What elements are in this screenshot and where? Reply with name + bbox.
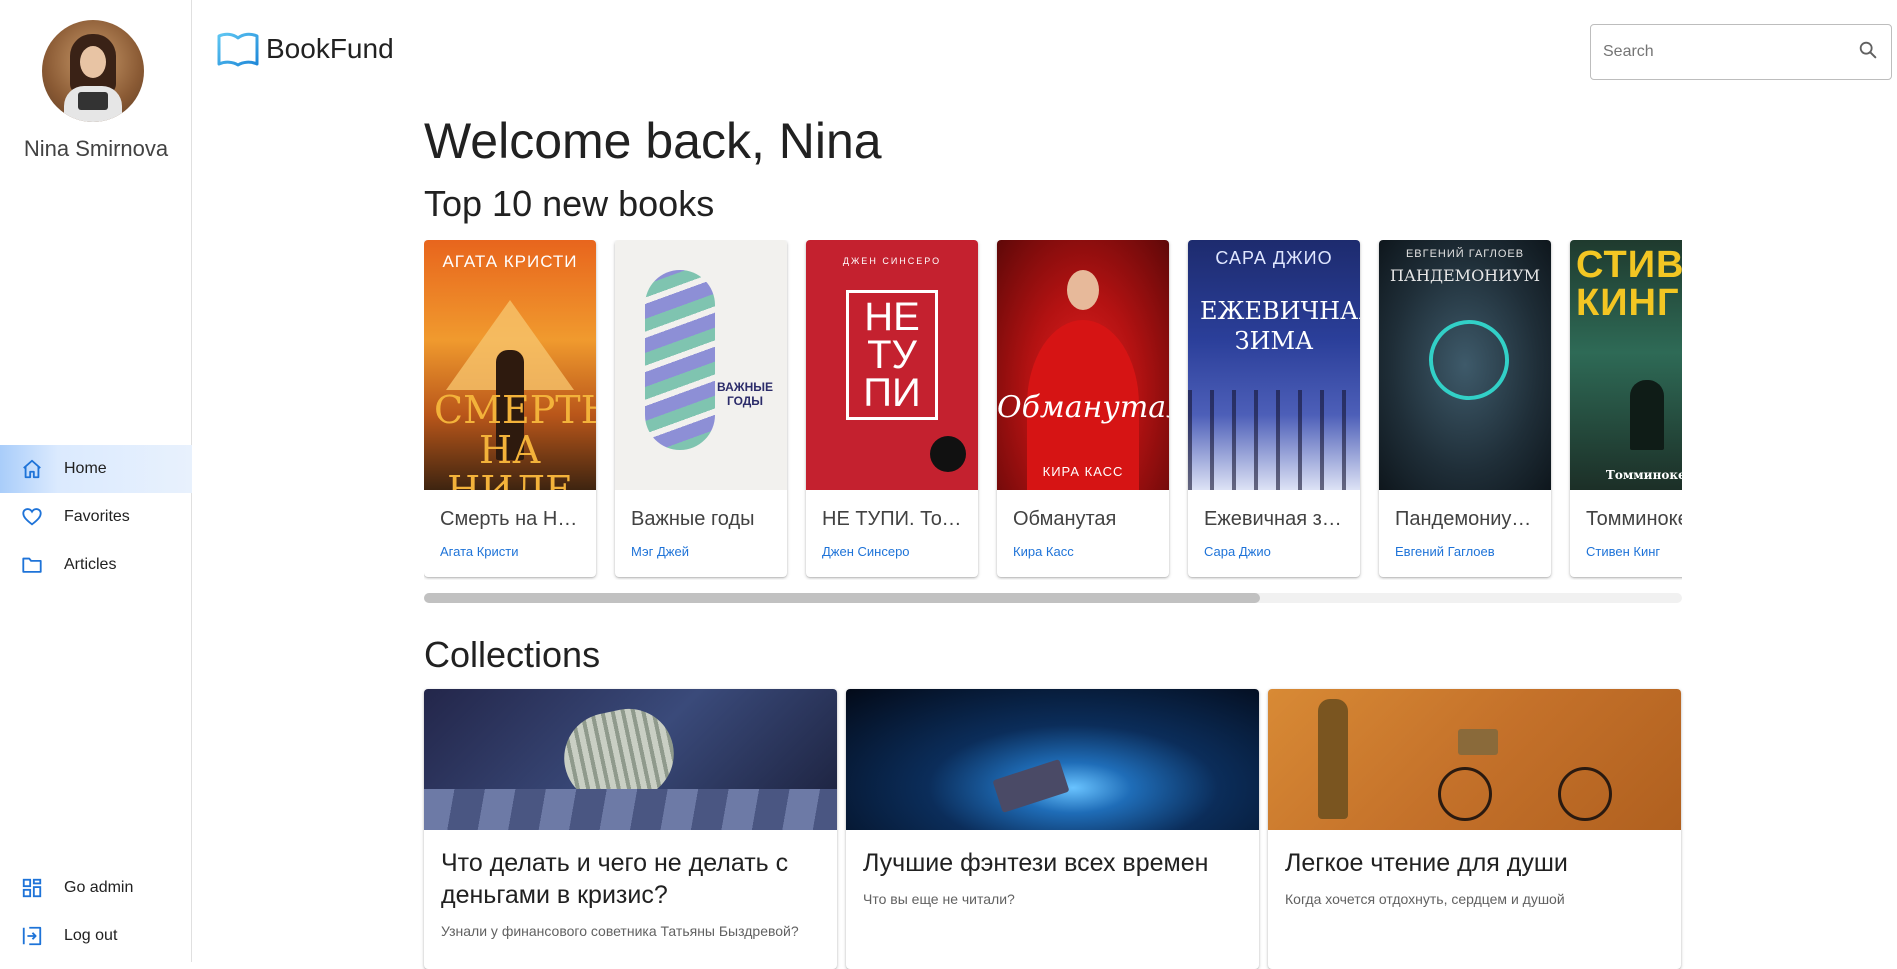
book-cover: САРА ДЖИО ЕЖЕВИЧНАЯ ЗИМА	[1188, 240, 1360, 490]
nav-label-articles: Articles	[64, 556, 117, 573]
brand-name: BookFund	[266, 33, 394, 64]
nav-item-go-admin[interactable]: Go admin	[0, 864, 192, 912]
nav-label-log-out: Log out	[64, 927, 118, 944]
ribbon-art	[645, 270, 715, 450]
nav-item-log-out[interactable]: Log out	[0, 912, 192, 960]
bicycle-wheel-art	[1438, 767, 1492, 821]
heart-icon	[0, 493, 64, 541]
collection-subtitle: Что вы еще не читали?	[863, 891, 1015, 907]
cover-badge	[930, 436, 966, 472]
book-author-link[interactable]: Мэг Джей	[631, 544, 689, 559]
book-title: Томминокеры	[1586, 508, 1682, 530]
nav-label-favorites: Favorites	[64, 508, 130, 525]
cover-title: ПАНДЕМОНИУМ	[1389, 266, 1541, 285]
collection-card[interactable]: Лучшие фэнтези всех времен Что вы еще не…	[846, 689, 1259, 969]
book-title: НЕ ТУПИ. Только тот, кто постоянно работ…	[822, 508, 962, 530]
book-card[interactable]: АГАТА КРИСТИ СМЕРТЬ НА НИЛЕ Смерть на Ни…	[424, 240, 596, 577]
book-cover: СТИВЕН КИНГ Томминокеры	[1570, 240, 1682, 490]
book-author-link[interactable]: Стивен Кинг	[1586, 544, 1660, 559]
cover-title: ВАЖНЫЕ ГОДЫ	[717, 380, 773, 408]
carousel-scrollbar[interactable]	[424, 593, 1682, 603]
figure-art	[1630, 380, 1664, 450]
collection-card[interactable]: Что делать и чего не делать с деньгами в…	[424, 689, 837, 969]
collection-subtitle: Когда хочется отдохнуть, сердцем и душой	[1285, 891, 1565, 907]
cover-author: САРА ДЖИО	[1215, 248, 1333, 268]
book-title: Обманутая	[1013, 508, 1117, 530]
collection-image	[846, 689, 1259, 830]
arrow-art	[1414, 305, 1524, 415]
top-books-heading: Top 10 new books	[424, 183, 715, 224]
book-author-link[interactable]: Евгений Гаглоев	[1395, 544, 1495, 559]
woman-art	[1318, 699, 1348, 819]
nav-item-home[interactable]: Home	[0, 445, 192, 493]
book-title: Важные годы	[631, 508, 755, 530]
user-name: Nina Smirnova	[23, 136, 169, 161]
open-book-icon	[217, 32, 259, 67]
cover-author: ДЖЕН СИНСЕРО	[842, 256, 942, 266]
book-author-link[interactable]: Сара Джио	[1204, 544, 1271, 559]
book-title: Смерть на Ниле	[440, 508, 580, 530]
book-author-link[interactable]: Джен Синсеро	[822, 544, 910, 559]
book-card[interactable]: Обманутая КИРА КАСС Обманутая Кира Касс	[997, 240, 1169, 577]
cover-title: Обманутая	[997, 390, 1169, 425]
home-icon	[0, 445, 64, 493]
cover-title: Томминокеры	[1605, 468, 1682, 482]
bottom-nav: Go admin Log out	[0, 864, 192, 960]
main-nav: Home Favorites Articles	[0, 445, 192, 589]
bills-art	[424, 789, 837, 830]
folder-icon	[0, 541, 64, 589]
basket-art	[1458, 729, 1498, 755]
trees-art	[1188, 390, 1360, 490]
collection-title: Легкое чтение для души	[1285, 849, 1568, 877]
cover-title: СМЕРТЬ НА НИЛЕ	[434, 388, 596, 490]
search-input[interactable]	[1603, 43, 1857, 61]
collection-card[interactable]: Легкое чтение для души Когда хочется отд…	[1268, 689, 1681, 969]
logout-icon	[0, 912, 64, 960]
book-title: Ежевичная зима	[1204, 508, 1344, 530]
collection-title: Лучшие фэнтези всех времен	[863, 849, 1209, 877]
dashboard-icon	[0, 864, 64, 912]
nav-label-go-admin: Go admin	[64, 879, 134, 896]
book-author-link[interactable]: Агата Кристи	[440, 544, 519, 559]
search-icon[interactable]	[1857, 39, 1879, 66]
sidebar: Nina Smirnova Home Favorites Articles Go…	[0, 0, 192, 962]
collection-image	[1268, 689, 1681, 830]
book-card[interactable]: ЕВГЕНИЙ ГАГЛОЕВ ПАНДЕМОНИУМ Пандемониум.…	[1379, 240, 1551, 577]
book-cover: АГАТА КРИСТИ СМЕРТЬ НА НИЛЕ	[424, 240, 596, 490]
search-box[interactable]	[1590, 24, 1892, 80]
cover-author: КИРА КАСС	[1042, 464, 1124, 479]
book-card[interactable]: ВАЖНЫЕ ГОДЫ Важные годы Мэг Джей	[615, 240, 787, 577]
book-art	[992, 759, 1070, 813]
collection-subtitle: Узнали у финансового советника Татьяны Б…	[441, 923, 799, 939]
book-cover: ЕВГЕНИЙ ГАГЛОЕВ ПАНДЕМОНИУМ	[1379, 240, 1551, 490]
nav-label-home: Home	[64, 460, 107, 477]
scrollbar-thumb[interactable]	[424, 593, 1260, 603]
cover-title: ЕЖЕВИЧНАЯ ЗИМА	[1200, 297, 1360, 355]
book-cover: ДЖЕН СИНСЕРО НЕ ТУ ПИ	[806, 240, 978, 490]
welcome-heading: Welcome back, Nina	[424, 113, 882, 169]
cover-author: АГАТА КРИСТИ	[442, 252, 578, 271]
book-cover: ВАЖНЫЕ ГОДЫ	[615, 240, 787, 490]
book-card[interactable]: СТИВЕН КИНГ Томминокеры Томминокеры Стив…	[1570, 240, 1682, 577]
brand-logo[interactable]: BookFund	[216, 30, 394, 68]
collection-image	[424, 689, 837, 830]
books-carousel[interactable]: АГАТА КРИСТИ СМЕРТЬ НА НИЛЕ Смерть на Ни…	[424, 240, 1682, 580]
avatar-camera	[78, 92, 108, 110]
avatar[interactable]	[42, 20, 144, 122]
cover-author: ЕВГЕНИЙ ГАГЛОЕВ	[1405, 248, 1525, 260]
book-title: Пандемониум. Город темных секретов	[1395, 508, 1535, 530]
book-card[interactable]: ДЖЕН СИНСЕРО НЕ ТУ ПИ НЕ ТУПИ. Только то…	[806, 240, 978, 577]
bicycle-wheel-art	[1558, 767, 1612, 821]
collections-heading: Collections	[424, 634, 601, 675]
cover-author: СТИВЕН КИНГ	[1576, 244, 1682, 324]
nav-item-favorites[interactable]: Favorites	[0, 493, 192, 541]
book-cover: Обманутая КИРА КАСС	[997, 240, 1169, 490]
nav-item-articles[interactable]: Articles	[0, 541, 192, 589]
woman-head-art	[1067, 270, 1099, 310]
book-card[interactable]: САРА ДЖИО ЕЖЕВИЧНАЯ ЗИМА Ежевичная зима …	[1188, 240, 1360, 577]
collection-title: Что делать и чего не делать с деньгами в…	[441, 849, 789, 909]
book-author-link[interactable]: Кира Касс	[1013, 544, 1074, 559]
avatar-face	[80, 46, 106, 78]
cover-title: НЕ ТУ ПИ	[863, 295, 921, 415]
